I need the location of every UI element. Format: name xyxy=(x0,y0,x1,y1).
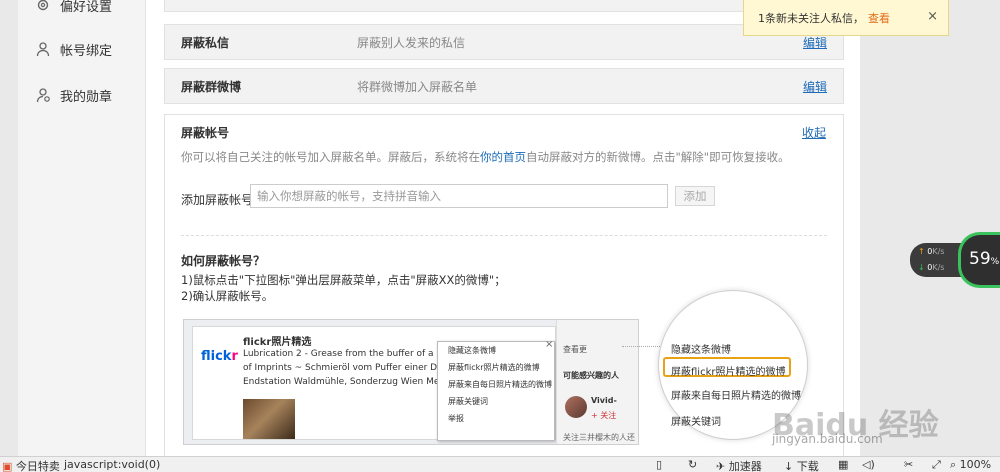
desc-text: 你可以将自己关注的帐号加入屏蔽名单。屏蔽后，系统将在 xyxy=(181,150,480,164)
sidebar-item-label: 帐号绑定 xyxy=(60,43,113,59)
status-label: 今日特卖 xyxy=(15,460,60,472)
illustration-card: flickr flickr照片精选 Lubrication 2 - Grease… xyxy=(192,326,556,441)
phone-icon[interactable]: ▯ xyxy=(656,458,662,471)
gear-icon xyxy=(34,0,52,14)
flickr-logo: flickr xyxy=(201,349,238,364)
accelerator-label: 加速器 xyxy=(728,460,762,472)
sidebar-item-label: 我的勋章 xyxy=(60,89,113,105)
magnified-item: 隐藏这条微博 xyxy=(671,345,731,356)
refresh-icon[interactable]: ↻ xyxy=(688,458,697,471)
add-account-input[interactable] xyxy=(250,184,668,208)
row-description: 将群微博加入屏蔽名单 xyxy=(357,79,478,94)
edit-link[interactable]: 编辑 xyxy=(803,78,827,95)
how-to-title: 如何屏蔽帐号？ xyxy=(181,254,266,268)
status-url: javascript:void(0) xyxy=(64,458,161,471)
illustration-feed: flickr flickr照片精选 Lubrication 2 - Grease… xyxy=(184,320,556,444)
view-link[interactable]: 查看 xyxy=(868,10,890,26)
dotted-connector xyxy=(622,346,662,347)
add-button[interactable]: 添加 xyxy=(675,186,715,206)
sale-icon: ▣ xyxy=(2,460,13,472)
instruction-illustration: flickr flickr照片精选 Lubrication 2 - Grease… xyxy=(183,319,639,445)
close-icon: × xyxy=(545,339,554,350)
download-label: 下载 xyxy=(796,460,819,472)
how-to-step-1: 1)鼠标点击"下拉图标"弹出层屏蔽菜单，点击"屏蔽XX的微博"； xyxy=(181,273,506,287)
menu-item: 屏蔽来自每日照片精选的微博 xyxy=(448,380,552,389)
baidu-watermark: Baidu 经验 jingyan.baidu.com xyxy=(772,400,972,446)
sidebar-item-medals[interactable]: 我的勋章 xyxy=(18,76,146,114)
how-to-step-2: 2)确认屏蔽帐号。 xyxy=(181,289,274,303)
down-arrow-icon: ↓ xyxy=(918,263,925,272)
gauge-value: 59% xyxy=(969,249,999,269)
download-button[interactable]: ↓ 下载 xyxy=(784,458,819,472)
settings-row-block-group-weibo: 屏蔽群微博 将群微博加入屏蔽名单 编辑 xyxy=(164,68,844,104)
avatar xyxy=(565,396,587,418)
grid-icon[interactable]: ▦ xyxy=(838,458,848,471)
desc-text: 自动屏蔽对方的新微博。点击"解除"即可恢复接收。 xyxy=(526,150,790,164)
browser-status-bar: ▣ 今日特卖 javascript:void(0) ▯ ↻ ✈ 加速器 ↓ 下载… xyxy=(0,456,1000,472)
unit: K/s xyxy=(932,263,945,272)
flickr-logo-b: r xyxy=(231,349,238,364)
home-link[interactable]: 你的首页 xyxy=(480,150,526,164)
settings-row-partial xyxy=(164,0,844,12)
memory-gauge[interactable]: 59% xyxy=(958,232,1000,288)
divider xyxy=(181,235,827,236)
view-more: 查看更 xyxy=(563,345,587,354)
suggest-name: Vivid- xyxy=(591,396,617,405)
settings-row-block-messages: 屏蔽私信 屏蔽别人发来的私信 编辑 xyxy=(164,24,844,60)
zoom-level: 100% xyxy=(959,458,992,471)
download-speed: ↓ 0K/s xyxy=(918,263,944,272)
magnified-item: 屏蔽flickr照片精选的微博 xyxy=(671,367,786,378)
accelerator-icon: ✈ xyxy=(716,460,726,472)
card-title: flickr照片精选 xyxy=(243,337,312,348)
row-title: 屏蔽私信 xyxy=(181,35,230,50)
zoom-icon: ⌕ xyxy=(950,458,957,471)
sidebar-item-account-binding[interactable]: 帐号绑定 xyxy=(18,30,146,68)
screenshot-icon[interactable]: ✂ xyxy=(904,458,913,471)
sidebar-item-preferences[interactable]: 偏好设置 xyxy=(18,0,146,24)
row-title: 屏蔽群微博 xyxy=(181,79,242,94)
accelerator-button[interactable]: ✈ 加速器 xyxy=(716,458,762,472)
illustration-sidebar: 查看更 可能感兴趣的人 Vivid- + 关注 关注三井樱木的人还 xyxy=(556,320,638,444)
message-notification: 1条新未关注人私信， 查看 × xyxy=(743,0,949,36)
card-photo xyxy=(243,399,295,439)
gauge-number: 59 xyxy=(969,249,991,269)
edit-link[interactable]: 编辑 xyxy=(803,34,827,51)
sidebar-item-label: 偏好设置 xyxy=(60,0,113,15)
notification-text: 1条新未关注人私信， xyxy=(758,11,864,25)
magnified-item: 屏蔽关键词 xyxy=(671,417,721,428)
menu-item: 屏蔽flickr照片精选的微博 xyxy=(448,363,540,372)
volume-icon[interactable]: ◁) xyxy=(862,458,875,471)
follow-button: + 关注 xyxy=(591,411,617,420)
unit: K/s xyxy=(932,247,945,256)
user-icon xyxy=(34,40,52,58)
section-description: 你可以将自己关注的帐号加入屏蔽名单。屏蔽后，系统将在你的首页自动屏蔽对方的新微博… xyxy=(181,149,790,165)
flickr-logo-a: flick xyxy=(201,349,232,364)
expand-icon[interactable]: ⤢ xyxy=(932,458,941,472)
main-panel: 屏蔽私信 屏蔽别人发来的私信 编辑 屏蔽群微博 将群微博加入屏蔽名单 编辑 屏蔽… xyxy=(146,0,860,459)
watermark-url: jingyan.baidu.com xyxy=(772,432,883,446)
upload-speed: ↑ 0K/s xyxy=(918,247,944,256)
section-title: 屏蔽帐号 xyxy=(181,126,230,140)
download-icon: ↓ xyxy=(784,460,794,472)
up-arrow-icon: ↑ xyxy=(918,247,925,256)
add-account-label: 添加屏蔽帐号 xyxy=(181,193,254,207)
status-left-item[interactable]: ▣ 今日特卖 xyxy=(2,458,60,472)
sidebar: 偏好设置 帐号绑定 我的勋章 xyxy=(18,0,146,456)
close-icon[interactable]: × xyxy=(927,9,938,24)
illustration-menu: 隐藏这条微博 屏蔽flickr照片精选的微博 屏蔽来自每日照片精选的微博 屏蔽关… xyxy=(437,341,555,441)
menu-item: 举报 xyxy=(448,414,464,423)
gauge-percent-sign: % xyxy=(990,257,1000,267)
collapse-link[interactable]: 收起 xyxy=(802,124,826,141)
medal-icon xyxy=(34,86,52,104)
suggest-footer: 关注三井樱木的人还 xyxy=(563,433,635,442)
menu-item: 屏蔽关键词 xyxy=(448,397,488,406)
menu-item: 隐藏这条微博 xyxy=(448,346,496,355)
row-description: 屏蔽别人发来的私信 xyxy=(357,35,466,50)
suggest-title: 可能感兴趣的人 xyxy=(563,371,619,380)
zoom-control[interactable]: ⌕ 100% xyxy=(950,458,991,472)
